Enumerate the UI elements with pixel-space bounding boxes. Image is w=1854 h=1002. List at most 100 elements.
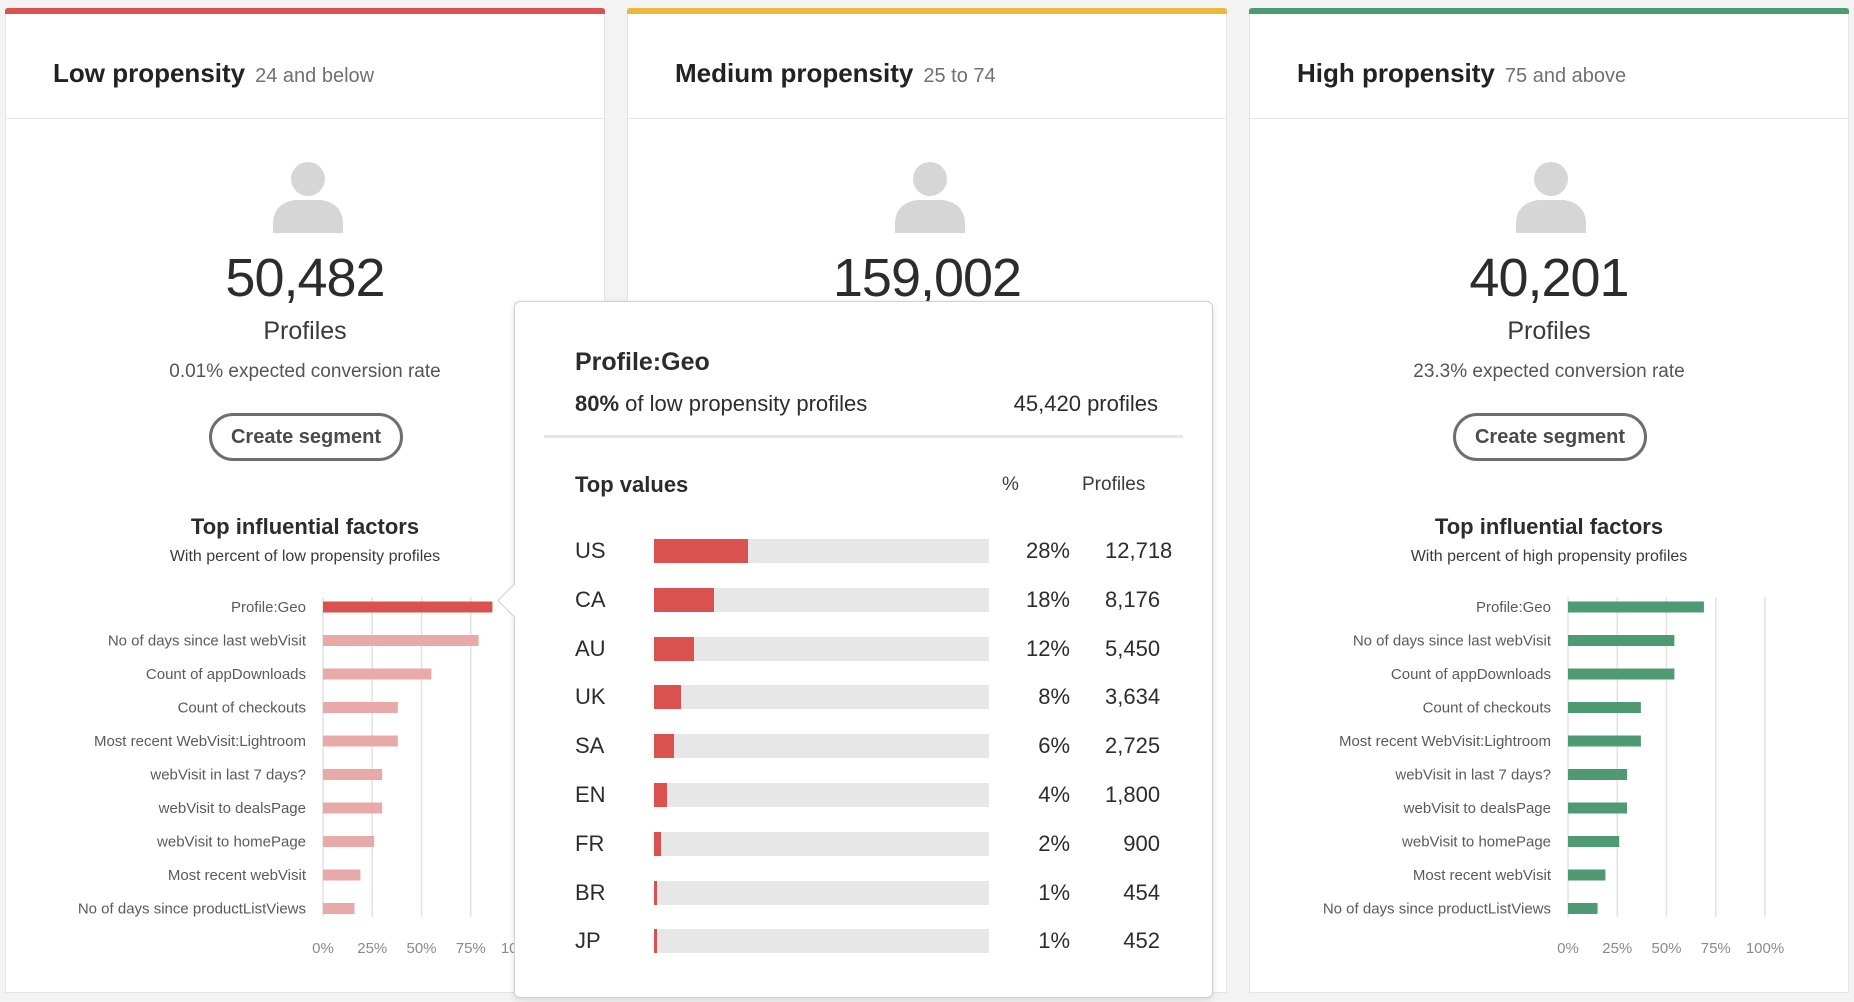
popover-divider [544, 435, 1183, 438]
percent-bar-fill [654, 929, 658, 954]
factor-label: Most recent webVisit [168, 867, 307, 884]
percent-value: 6% [1038, 733, 1070, 759]
factor-detail-popover: Profile:Geo 80% of low propensity profil… [497, 301, 1213, 998]
popover-percent: 80% [575, 391, 620, 416]
top-value-row: SA 6% 2,725 [515, 731, 1212, 761]
percent-value: 28% [1025, 538, 1070, 563]
country-code: EN [575, 782, 606, 807]
card-header: Medium propensity 25 to 74 [628, 14, 1226, 119]
x-tick-label: 50% [1651, 940, 1681, 957]
percent-bar-track [654, 880, 989, 905]
country-code: BR [575, 879, 606, 905]
factor-label: webVisit to homePage [1401, 834, 1551, 851]
popover-percent-summary: 80% of low propensity profiles [575, 391, 867, 417]
country-code: US [575, 538, 606, 563]
factor-label: Count of checkouts [178, 700, 306, 717]
factor-bar [323, 836, 375, 847]
factor-label: Count of appDownloads [146, 666, 306, 683]
percent-bar-track [654, 783, 989, 807]
top-value-row: CA 18% 8,176 [515, 585, 1212, 615]
factor-bar [1568, 735, 1641, 747]
factor-label: Count of appDownloads [1391, 666, 1551, 683]
profile-avatar-icon [895, 162, 965, 233]
factor-bar [323, 869, 361, 881]
factor-label: webVisit in last 7 days? [149, 767, 306, 784]
factor-bar [1568, 702, 1641, 713]
percent-bar-fill [654, 685, 681, 710]
percent-value: 2% [1038, 830, 1070, 856]
x-tick-label: 75% [456, 940, 486, 957]
percent-value: 18% [1025, 586, 1070, 612]
profiles-value: 5,450 [1105, 635, 1161, 661]
factor-bar [1568, 836, 1620, 847]
x-tick-label: 75% [1701, 940, 1731, 957]
percent-bar-fill [654, 587, 715, 612]
top-values-title: Top values [575, 472, 689, 497]
factor-label: Most recent webVisit [1413, 867, 1552, 884]
x-tick-label: 50% [406, 940, 436, 957]
top-value-row: UK 8% 3,634 [515, 682, 1212, 712]
top-value-row: AU 12% 5,450 [515, 634, 1212, 664]
profiles-value: 454 [1123, 879, 1160, 905]
factor-label: No of days since last webVisit [108, 633, 307, 650]
popover-percent-suffix: of low propensity profiles [625, 391, 868, 416]
top-value-row: BR 1% 454 [515, 878, 1212, 908]
profiles-value: 1,800 [1105, 782, 1161, 807]
factor-label: webVisit to dealsPage [1403, 800, 1551, 817]
factor-bar [1568, 802, 1628, 814]
factor-label: webVisit to dealsPage [158, 800, 306, 817]
factor-bar [323, 735, 398, 747]
country-code: FR [575, 830, 605, 856]
percent-bar-track [654, 929, 989, 954]
popover-profile-count: 45,420 profiles [1013, 391, 1158, 416]
percent-bar-track [654, 734, 989, 759]
top-value-row: JP 1% 452 [515, 926, 1212, 956]
factor-label: webVisit in last 7 days? [1394, 767, 1551, 784]
card-title: Medium propensity 25 to 74 [675, 58, 996, 88]
country-code: AU [575, 635, 606, 661]
percent-bar-track [654, 831, 989, 856]
profiles-value: 12,718 [1105, 538, 1173, 563]
factor-bar [1568, 769, 1628, 780]
factor-bar [1568, 903, 1598, 914]
profiles-value: 8,176 [1105, 586, 1161, 612]
percent-value: 1% [1038, 879, 1070, 905]
factor-bar [1568, 635, 1675, 646]
top-value-row: US 28% 12,718 [515, 536, 1212, 566]
x-tick-label: 0% [312, 940, 334, 957]
profiles-column-header: Profiles [1082, 474, 1146, 495]
factor-bar [323, 635, 479, 646]
percent-bar-fill [654, 636, 695, 661]
percent-bar-track [654, 539, 989, 563]
factor-label: webVisit to homePage [156, 834, 306, 851]
profiles-value: 452 [1123, 928, 1160, 954]
percent-value: 4% [1038, 782, 1070, 807]
percent-bar-fill [654, 734, 675, 759]
x-tick-label: 100% [1746, 940, 1784, 957]
factor-label: Most recent WebVisit:Lightroom [94, 733, 306, 750]
x-tick-label: 25% [357, 940, 387, 957]
factor-bar [1568, 869, 1606, 881]
factor-bar [323, 802, 383, 814]
factor-label: Count of checkouts [1423, 700, 1551, 717]
profiles-value: 3,634 [1105, 684, 1161, 710]
x-tick-label: 25% [1602, 940, 1632, 957]
factor-label: No of days since productListViews [1323, 901, 1551, 918]
percent-bar-track [654, 685, 989, 710]
factor-bar [323, 702, 398, 713]
factor-bar [323, 601, 493, 613]
factor-label: Profile:Geo [231, 599, 306, 616]
profile-count: 159,002 [832, 248, 1022, 308]
percent-bar-fill [654, 831, 661, 856]
country-code: SA [575, 733, 605, 759]
factor-bar [323, 769, 383, 780]
factor-bar [1568, 601, 1704, 613]
score-range: 25 to 74 [923, 65, 996, 87]
high-propensity-card: High propensity 75 and above 40,201 Profi… [1249, 8, 1849, 993]
percent-value: 12% [1025, 635, 1070, 661]
percent-column-header: % [1002, 474, 1019, 495]
factor-bar [323, 668, 432, 680]
x-tick-label: 0% [1557, 940, 1579, 957]
percent-value: 8% [1038, 684, 1070, 710]
factor-label: No of days since productListViews [78, 901, 306, 918]
